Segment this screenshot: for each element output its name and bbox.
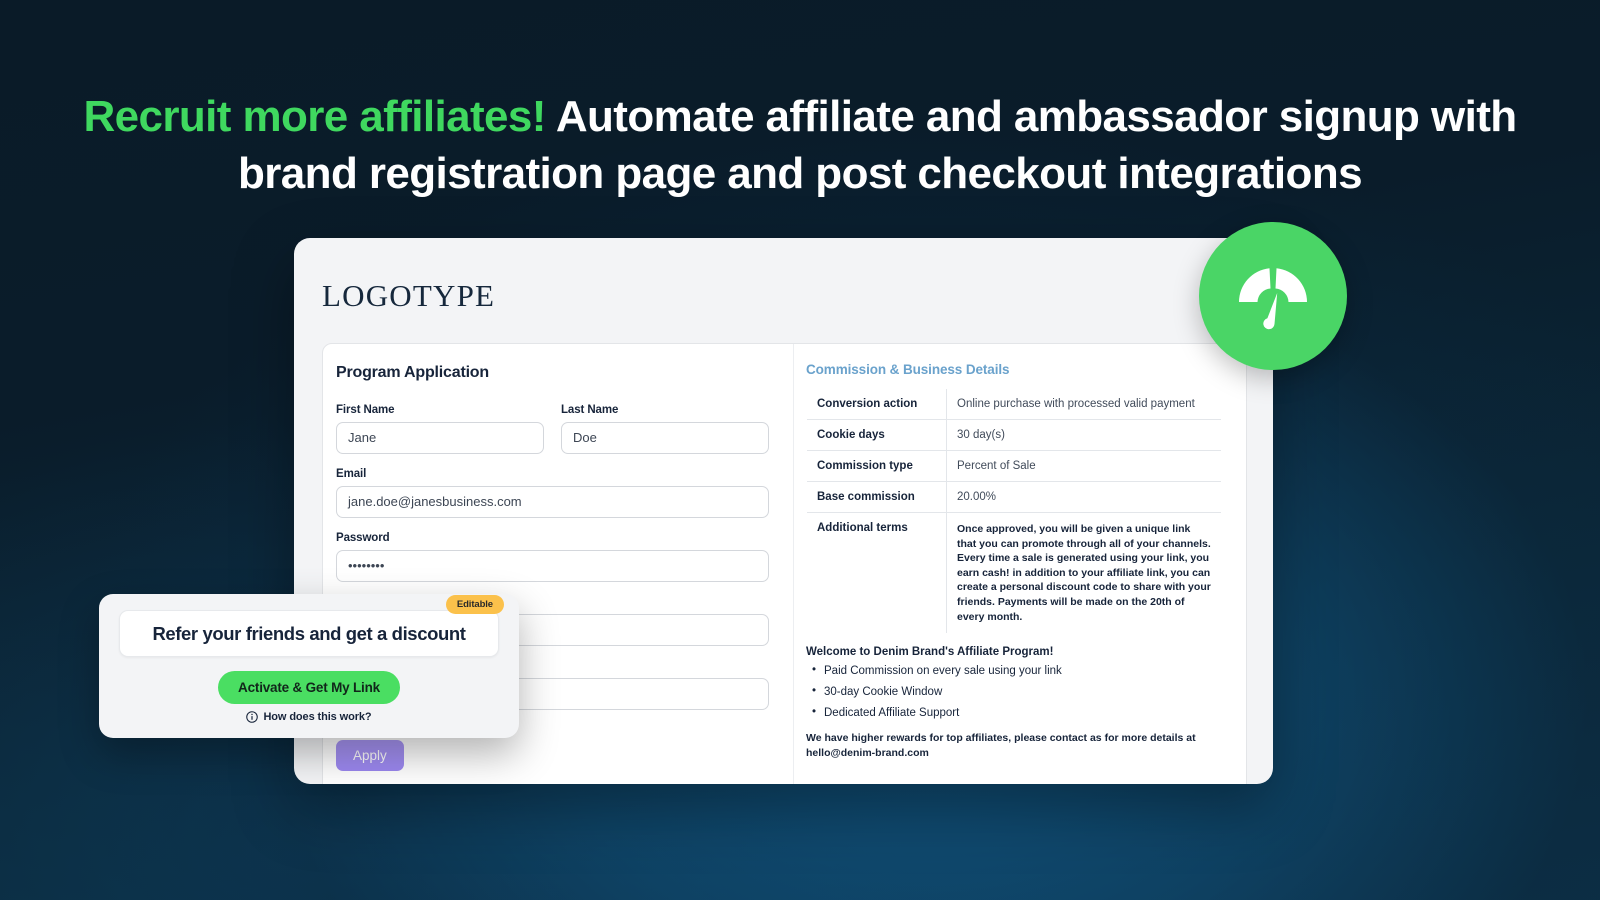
- how-does-this-work-label: How does this work?: [263, 711, 372, 723]
- row-value: 20.00%: [946, 481, 1221, 513]
- list-item: Paid Commission on every sale using your…: [806, 664, 1222, 677]
- password-group: Password ••••••••: [336, 532, 769, 582]
- email-input[interactable]: jane.doe@janesbusiness.com: [336, 486, 769, 518]
- brand-logotype: LOGOTYPE: [322, 278, 496, 313]
- editable-badge: Editable: [445, 595, 504, 614]
- last-name-input[interactable]: Doe: [561, 422, 769, 454]
- welcome-title: Welcome to Denim Brand's Affiliate Progr…: [806, 646, 1054, 659]
- headline-accent: Recruit more affiliates!: [83, 92, 546, 141]
- form-title: Program Application: [336, 364, 489, 381]
- name-row: First Name Jane Last Name Doe: [336, 404, 769, 454]
- row-key: Commission type: [807, 450, 947, 482]
- row-value: Online purchase with processed valid pay…: [946, 389, 1221, 420]
- row-key: Conversion action: [807, 389, 947, 420]
- first-name-input[interactable]: Jane: [336, 422, 544, 454]
- table-row: Cookie days 30 day(s): [807, 419, 1221, 451]
- last-name-label: Last Name: [561, 404, 619, 416]
- password-label: Password: [336, 532, 390, 544]
- table-row: Commission type Percent of Sale: [807, 450, 1221, 482]
- referral-headline: Refer your friends and get a discount: [152, 622, 466, 644]
- table-row: Conversion action Online purchase with p…: [807, 389, 1221, 420]
- page-headline: Recruit more affiliates! Automate affili…: [0, 88, 1600, 202]
- row-value: 30 day(s): [946, 419, 1221, 451]
- details-title: Commission & Business Details: [806, 362, 1010, 377]
- apply-button[interactable]: Apply: [336, 740, 404, 771]
- row-value: Once approved, you will be given a uniqu…: [957, 523, 1211, 623]
- row-key: Base commission: [807, 481, 947, 513]
- activate-get-link-button[interactable]: Activate & Get My Link: [218, 671, 400, 704]
- welcome-footer-note: We have higher rewards for top affiliate…: [806, 732, 1196, 759]
- referral-widget-card: Refer your friends and get a discount Ed…: [99, 594, 519, 738]
- row-key: Cookie days: [807, 419, 947, 451]
- welcome-benefits-list: Paid Commission on every sale using your…: [806, 664, 1222, 719]
- welcome-block: Welcome to Denim Brand's Affiliate Progr…: [806, 646, 1222, 760]
- info-icon: [246, 711, 259, 723]
- row-value: Percent of Sale: [946, 450, 1221, 482]
- referral-headline-box[interactable]: Refer your friends and get a discount Ed…: [119, 595, 504, 657]
- row-key: Additional terms: [807, 512, 947, 634]
- table-row: Additional terms Once approved, you will…: [807, 512, 1221, 634]
- email-group: Email jane.doe@janesbusiness.com: [336, 468, 769, 518]
- gauge-icon: [1199, 222, 1347, 370]
- table-row: Base commission 20.00%: [807, 481, 1221, 513]
- first-name-label: First Name: [336, 404, 395, 416]
- first-name-group: First Name Jane: [336, 404, 544, 454]
- last-name-group: Last Name Doe: [561, 404, 769, 454]
- commission-details-table: Conversion action Online purchase with p…: [806, 388, 1222, 635]
- list-item: Dedicated Affiliate Support: [806, 706, 1222, 719]
- email-label: Email: [336, 468, 367, 480]
- commission-details-panel: Commission & Business Details Conversion…: [793, 344, 1246, 784]
- password-input[interactable]: ••••••••: [336, 550, 769, 582]
- how-does-this-work-link[interactable]: How does this work?: [119, 711, 499, 723]
- list-item: 30-day Cookie Window: [806, 685, 1222, 698]
